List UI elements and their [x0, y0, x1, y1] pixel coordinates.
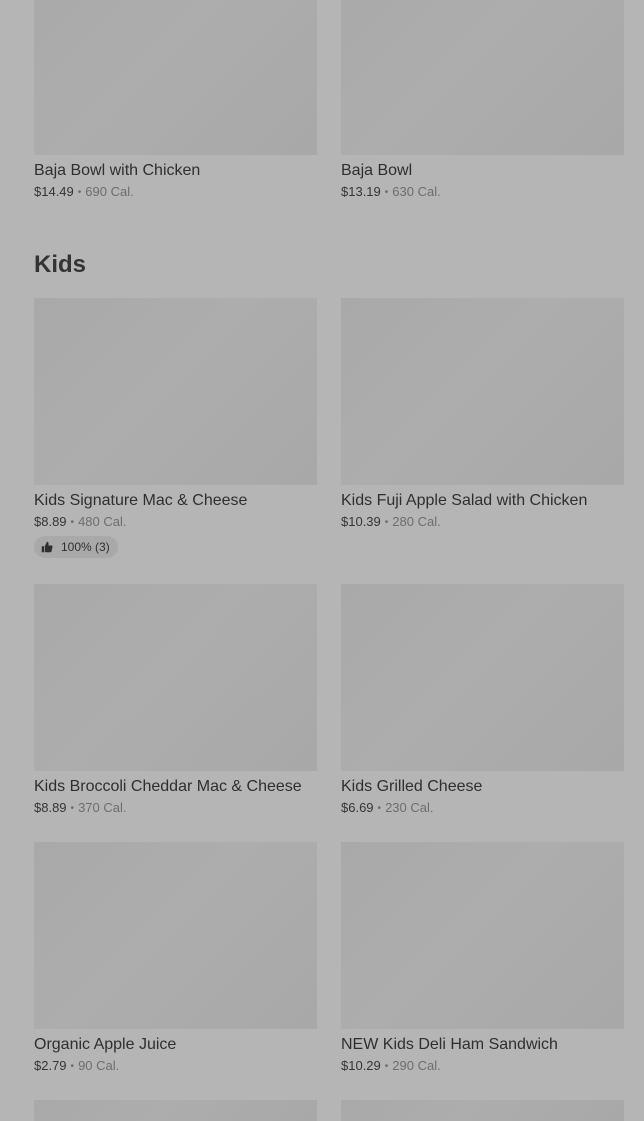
rating-badge: 100% (3): [34, 536, 118, 558]
item-image: [34, 1100, 317, 1121]
item-calories: 630 Cal.: [392, 184, 441, 199]
item-name: Kids Broccoli Cheddar Mac & Cheese: [34, 778, 302, 795]
separator-dot: •: [384, 1061, 389, 1072]
item-image: [34, 298, 317, 485]
item-image: [341, 1100, 624, 1121]
item-image: [341, 842, 624, 1029]
menu-item-kids-broccoli-cheddar-mac-cheese[interactable]: Kids Broccoli Cheddar Mac & Cheese $8.89…: [34, 584, 317, 818]
item-name: Organic Apple Juice: [34, 1036, 177, 1053]
item-calories: 230 Cal.: [385, 800, 434, 815]
item-image: [341, 584, 624, 771]
item-image: [341, 298, 624, 485]
item-calories: 290 Cal.: [392, 1058, 441, 1073]
item-calories: 90 Cal.: [78, 1058, 120, 1073]
item-price: $13.19: [341, 184, 381, 199]
item-calories: 370 Cal.: [78, 800, 127, 815]
item-name: Kids Signature Mac & Cheese: [34, 492, 248, 509]
item-name: Kids Grilled Cheese: [341, 778, 483, 795]
item-price: $8.89: [34, 514, 67, 529]
item-meta: $10.39 • 280 Cal.: [341, 514, 624, 532]
item-meta: $6.69 • 230 Cal.: [341, 800, 624, 818]
menu-item-new-kids-deli-ham-sandwich[interactable]: NEW Kids Deli Ham Sandwich $10.29 • 290 Ca…: [341, 842, 624, 1076]
item-meta: $13.19 • 630 Cal.: [341, 184, 624, 202]
item-price: $8.89: [34, 800, 67, 815]
rating-text: 100% (3): [61, 540, 110, 554]
separator-dot: •: [70, 803, 75, 814]
menu-item-kids-grilled-cheese[interactable]: Kids Grilled Cheese $6.69 • 230 Cal.: [341, 584, 624, 818]
item-meta: $14.49 • 690 Cal.: [34, 184, 317, 202]
item-image: [34, 0, 317, 155]
item-image: [34, 584, 317, 771]
item-image: [34, 842, 317, 1029]
separator-dot: •: [384, 187, 389, 198]
section-title-kids: Kids: [34, 251, 87, 278]
item-meta: $10.29 • 290 Cal.: [341, 1058, 624, 1076]
item-meta: $8.89 • 370 Cal.: [34, 800, 317, 818]
item-name: Baja Bowl with Chicken: [34, 162, 201, 179]
menu-item-baja-bowl[interactable]: Baja Bowl $13.19 • 630 Cal.: [341, 0, 624, 202]
thumbs-up-icon: [41, 541, 53, 553]
item-image: [341, 0, 624, 155]
item-price: $2.79: [34, 1058, 67, 1073]
item-name: Kids Fuji Apple Salad with Chicken: [341, 492, 588, 509]
item-name: NEW Kids Deli Ham Sandwich: [341, 1036, 558, 1053]
item-calories: 480 Cal.: [78, 514, 127, 529]
item-meta: $8.89 • 480 Cal.: [34, 514, 317, 532]
menu-item-baja-bowl-with-chicken[interactable]: Baja Bowl with Chicken $14.49 • 690 Cal.: [34, 0, 317, 202]
menu-item-kids-signature-mac-cheese[interactable]: Kids Signature Mac & Cheese $8.89 • 480 Ca…: [34, 298, 317, 532]
item-price: $6.69: [341, 800, 374, 815]
separator-dot: •: [384, 517, 389, 528]
menu-item-next[interactable]: [34, 1100, 317, 1121]
separator-dot: •: [70, 1061, 75, 1072]
separator-dot: •: [77, 187, 82, 198]
item-price: $10.29: [341, 1058, 381, 1073]
item-price: $14.49: [34, 184, 74, 199]
item-calories: 690 Cal.: [85, 184, 134, 199]
menu-item-kids-fuji-apple-salad[interactable]: Kids Fuji Apple Salad with Chicken $10.3…: [341, 298, 624, 532]
item-name: Baja Bowl: [341, 162, 413, 179]
item-meta: $2.79 • 90 Cal.: [34, 1058, 317, 1076]
menu-item-organic-apple-juice[interactable]: Organic Apple Juice $2.79 • 90 Cal.: [34, 842, 317, 1076]
menu-item-next[interactable]: [341, 1100, 624, 1121]
item-calories: 280 Cal.: [392, 514, 441, 529]
separator-dot: •: [70, 517, 75, 528]
item-price: $10.39: [341, 514, 381, 529]
separator-dot: •: [377, 803, 382, 814]
